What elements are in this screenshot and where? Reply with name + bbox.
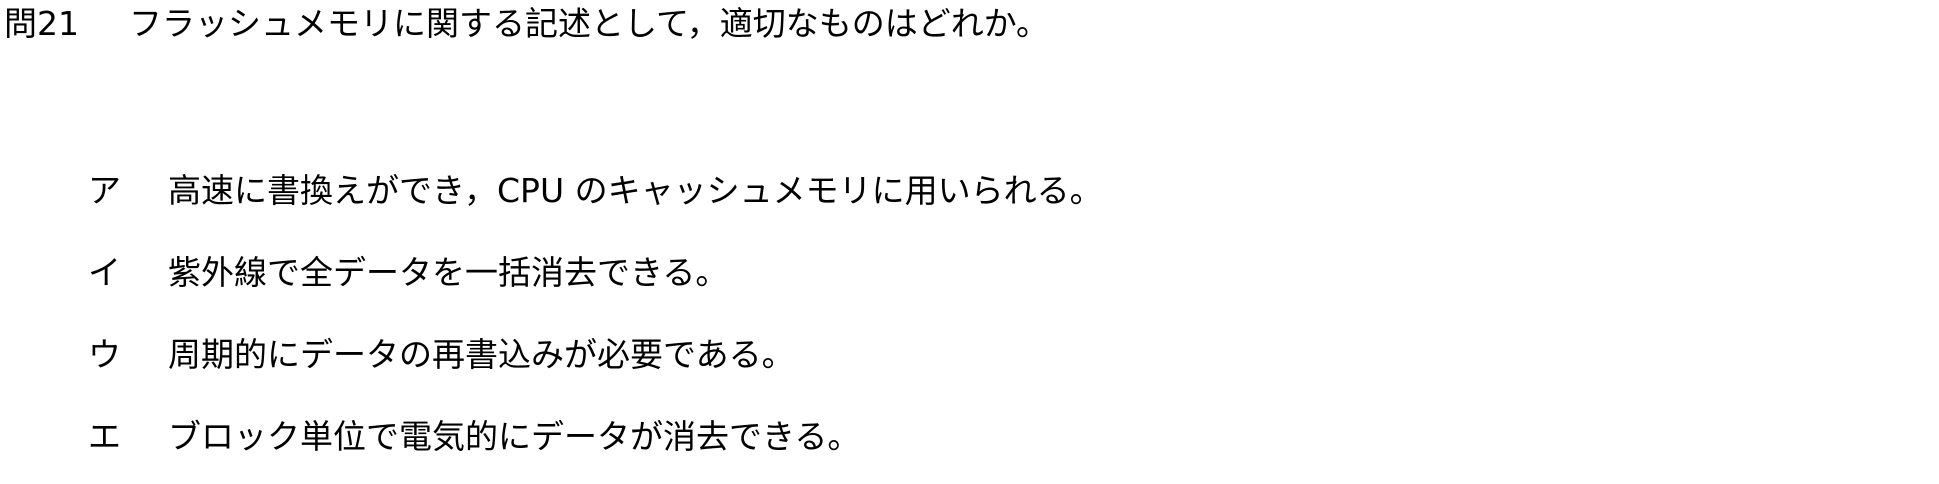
question-number: 問21	[4, 4, 79, 43]
option-e[interactable]: エ ブロック単位で電気的にデータが消去できる。	[88, 417, 860, 457]
option-i-label: イ	[88, 253, 121, 292]
option-u-label: ウ	[88, 335, 121, 374]
option-u[interactable]: ウ 周期的にデータの再書込みが必要である。	[88, 335, 795, 375]
option-i-text: 紫外線で全データを一括消去できる。	[168, 253, 729, 292]
option-a-text: 高速に書換えができ，CPU のキャッシュメモリに用いられる。	[168, 171, 1103, 210]
option-e-label: エ	[88, 417, 121, 456]
question-stem: 問21 フラッシュメモリに関する記述として，適切なものはどれか。	[4, 4, 1049, 44]
option-i[interactable]: イ 紫外線で全データを一括消去できる。	[88, 253, 728, 293]
option-a[interactable]: ア 高速に書換えができ，CPU のキャッシュメモリに用いられる。	[88, 171, 1103, 211]
question-text: フラッシュメモリに関する記述として，適切なものはどれか。	[129, 4, 1050, 43]
option-a-label: ア	[88, 171, 121, 210]
option-e-text: ブロック単位で電気的にデータが消去できる。	[168, 417, 861, 456]
option-u-text: 周期的にデータの再書込みが必要である。	[168, 335, 795, 374]
